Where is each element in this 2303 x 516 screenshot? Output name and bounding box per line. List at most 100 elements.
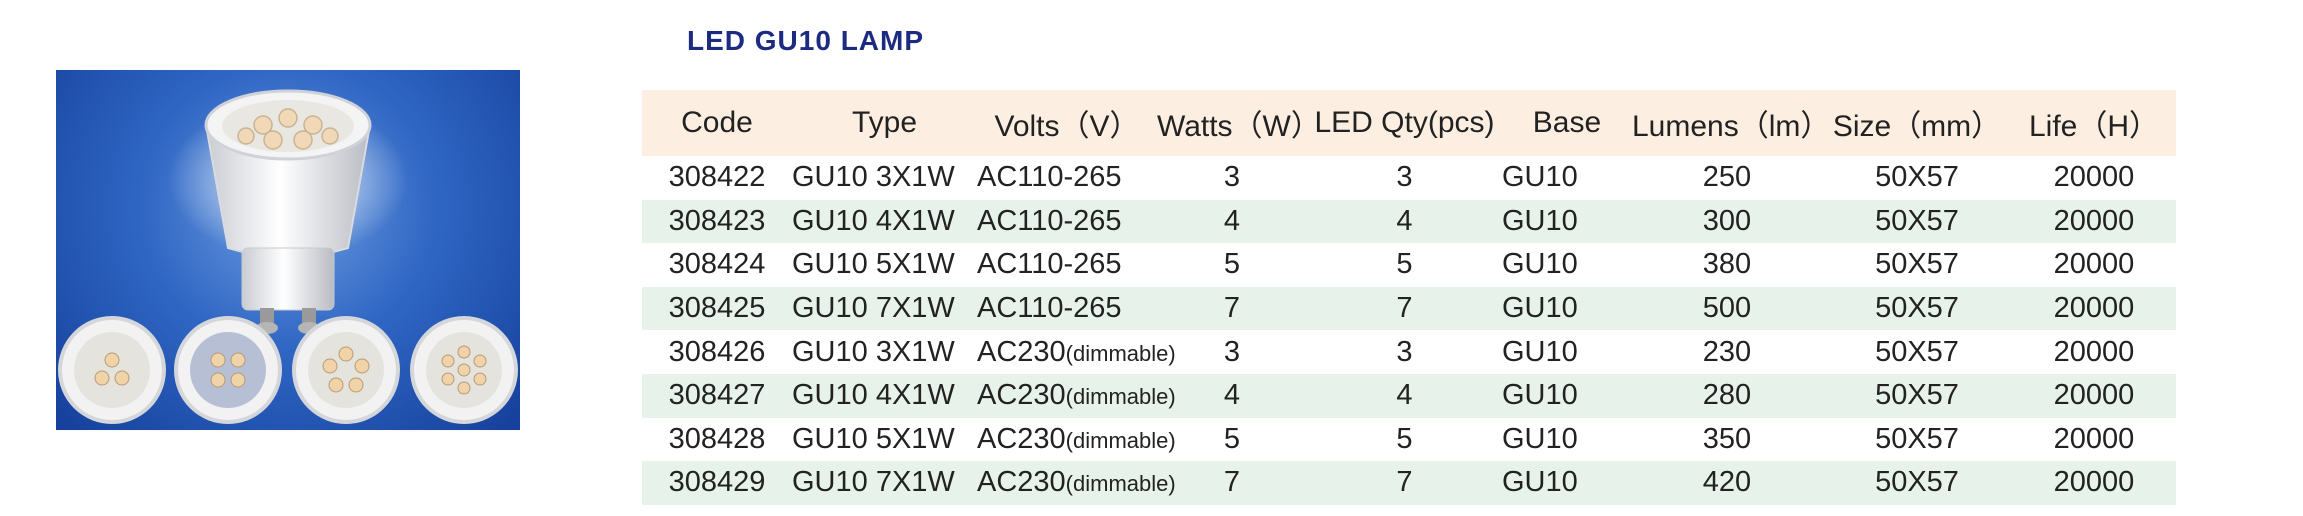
cell-lumens: 280 xyxy=(1632,373,1822,418)
cell-life: 20000 xyxy=(2053,422,2135,455)
volts-value: AC110-265 xyxy=(977,292,1122,325)
volts-value: AC110-265 xyxy=(977,204,1122,237)
header-code: Code xyxy=(642,90,792,156)
cell-volts: AC230(dimmable) xyxy=(977,373,1176,418)
cell-code: 308422 xyxy=(668,161,766,194)
cell-type: GU10 4X1W xyxy=(792,199,977,244)
cell-watts: 3 xyxy=(1223,161,1241,194)
volts-value: AC230 xyxy=(977,422,1066,455)
volts-value: AC110-265 xyxy=(977,161,1122,194)
cell-size: 50X57 xyxy=(1875,422,1959,455)
spec-table: Code Type Volts（V） Watts（W） LED Qty(pcs)… xyxy=(642,90,2176,505)
cell-life: 20000 xyxy=(2053,161,2135,194)
cell-size: 50X57 xyxy=(1822,373,2012,418)
table-row: 308426 GU10 3X1W AC230(dimmable) 3 3 GU1… xyxy=(642,330,2176,374)
volts-value: AC230 xyxy=(977,379,1066,412)
cell-base: GU10 xyxy=(1502,199,1632,244)
cell-watts: 5 xyxy=(1223,422,1241,455)
cell-life: 20000 xyxy=(2012,461,2176,505)
cell-size: 50X57 xyxy=(1822,461,2012,505)
cell-type: GU10 5X1W xyxy=(792,422,955,455)
header-size: Size（mm） xyxy=(1822,90,2012,156)
cell-size: 50X57 xyxy=(1822,199,2012,244)
cell-type: GU10 3X1W xyxy=(792,161,955,194)
cell-led-qty: 7 xyxy=(1307,461,1502,505)
header-life: Life（H） xyxy=(2012,90,2176,156)
cell-lumens: 380 xyxy=(1702,248,1752,281)
cell-base: GU10 xyxy=(1502,161,1578,194)
cell-life: 20000 xyxy=(2053,335,2135,368)
cell-volts: AC110-265 xyxy=(977,286,1157,331)
cell-lumens: 250 xyxy=(1702,161,1752,194)
cell-led-qty: 3 xyxy=(1396,335,1413,368)
cell-code: 308427 xyxy=(642,373,792,418)
cell-life: 20000 xyxy=(2053,248,2135,281)
table-row: 308424 GU10 5X1W AC110-265 5 5 GU10 380 … xyxy=(642,243,2176,287)
cell-base: GU10 xyxy=(1502,248,1578,281)
cell-led-qty: 5 xyxy=(1396,422,1413,455)
cell-size: 50X57 xyxy=(1822,286,2012,331)
cell-code: 308425 xyxy=(642,286,792,331)
cell-watts: 4 xyxy=(1157,373,1307,418)
header-volts: Volts（V） xyxy=(977,90,1157,156)
cell-base: GU10 xyxy=(1502,335,1578,368)
cell-base: GU10 xyxy=(1502,373,1632,418)
cell-led-qty: 7 xyxy=(1307,286,1502,331)
volts-note: (dimmable) xyxy=(1065,471,1176,497)
volts-value: AC230 xyxy=(977,335,1066,368)
table-header-row: Code Type Volts（V） Watts（W） LED Qty(pcs)… xyxy=(642,90,2176,156)
cell-watts: 3 xyxy=(1223,335,1241,368)
product-photo xyxy=(56,70,520,430)
cell-type: GU10 7X1W xyxy=(792,461,977,505)
cell-size: 50X57 xyxy=(1875,335,1959,368)
volts-value: AC230 xyxy=(977,466,1066,499)
cell-watts: 7 xyxy=(1157,286,1307,331)
cell-life: 20000 xyxy=(2012,286,2176,331)
cell-code: 308429 xyxy=(642,461,792,505)
cell-volts: AC110-265 xyxy=(977,199,1157,244)
cell-code: 308423 xyxy=(642,199,792,244)
cell-led-qty: 5 xyxy=(1396,248,1413,281)
table-row: 308422 GU10 3X1W AC110-265 3 3 GU10 250 … xyxy=(642,156,2176,200)
volts-note: (dimmable) xyxy=(1065,384,1176,410)
cell-lumens: 300 xyxy=(1632,199,1822,244)
header-watts: Watts（W） xyxy=(1157,90,1321,156)
cell-volts: AC230(dimmable) xyxy=(977,330,1176,374)
cell-lumens: 420 xyxy=(1632,461,1822,505)
cell-base: GU10 xyxy=(1502,461,1632,505)
cell-volts: AC230(dimmable) xyxy=(977,418,1176,462)
header-lumens: Lumens（lm） xyxy=(1632,90,1830,156)
cell-size: 50X57 xyxy=(1875,248,1959,281)
table-row: 308423 GU10 4X1W AC110-265 4 4 GU10 300 … xyxy=(642,199,2176,244)
volts-note: (dimmable) xyxy=(1065,340,1176,366)
cell-led-qty: 4 xyxy=(1307,199,1502,244)
page-title: LED GU10 LAMP xyxy=(687,25,925,56)
cell-type: GU10 7X1W xyxy=(792,286,977,331)
cell-watts: 5 xyxy=(1223,248,1241,281)
cell-base: GU10 xyxy=(1502,286,1632,331)
cell-led-qty: 3 xyxy=(1396,161,1413,194)
table-row: 308428 GU10 5X1W AC230(dimmable) 5 5 GU1… xyxy=(642,418,2176,462)
header-type: Type xyxy=(792,90,977,156)
led-lamp-icon xyxy=(58,89,518,424)
header-led-qty: LED Qty(pcs) xyxy=(1307,90,1502,156)
volts-note: (dimmable) xyxy=(1065,427,1176,453)
cell-watts: 4 xyxy=(1157,199,1307,244)
table-row: 308425 GU10 7X1W AC110-265 7 7 GU10 500 … xyxy=(642,286,2176,331)
cell-code: 308424 xyxy=(668,248,766,281)
volts-value: AC110-265 xyxy=(977,248,1122,281)
cell-life: 20000 xyxy=(2012,373,2176,418)
cell-type: GU10 5X1W xyxy=(792,248,955,281)
cell-volts: AC230(dimmable) xyxy=(977,461,1176,505)
cell-volts: AC110-265 xyxy=(977,156,1157,200)
cell-volts: AC110-265 xyxy=(977,243,1157,287)
header-base: Base xyxy=(1502,90,1632,156)
cell-code: 308428 xyxy=(668,422,766,455)
cell-type: GU10 4X1W xyxy=(792,373,977,418)
cell-type: GU10 3X1W xyxy=(792,335,955,368)
cell-lumens: 230 xyxy=(1702,335,1752,368)
table-row: 308429 GU10 7X1W AC230(dimmable) 7 7 GU1… xyxy=(642,461,2176,505)
table-row: 308427 GU10 4X1W AC230(dimmable) 4 4 GU1… xyxy=(642,373,2176,418)
cell-watts: 7 xyxy=(1157,461,1307,505)
cell-code: 308426 xyxy=(668,335,766,368)
